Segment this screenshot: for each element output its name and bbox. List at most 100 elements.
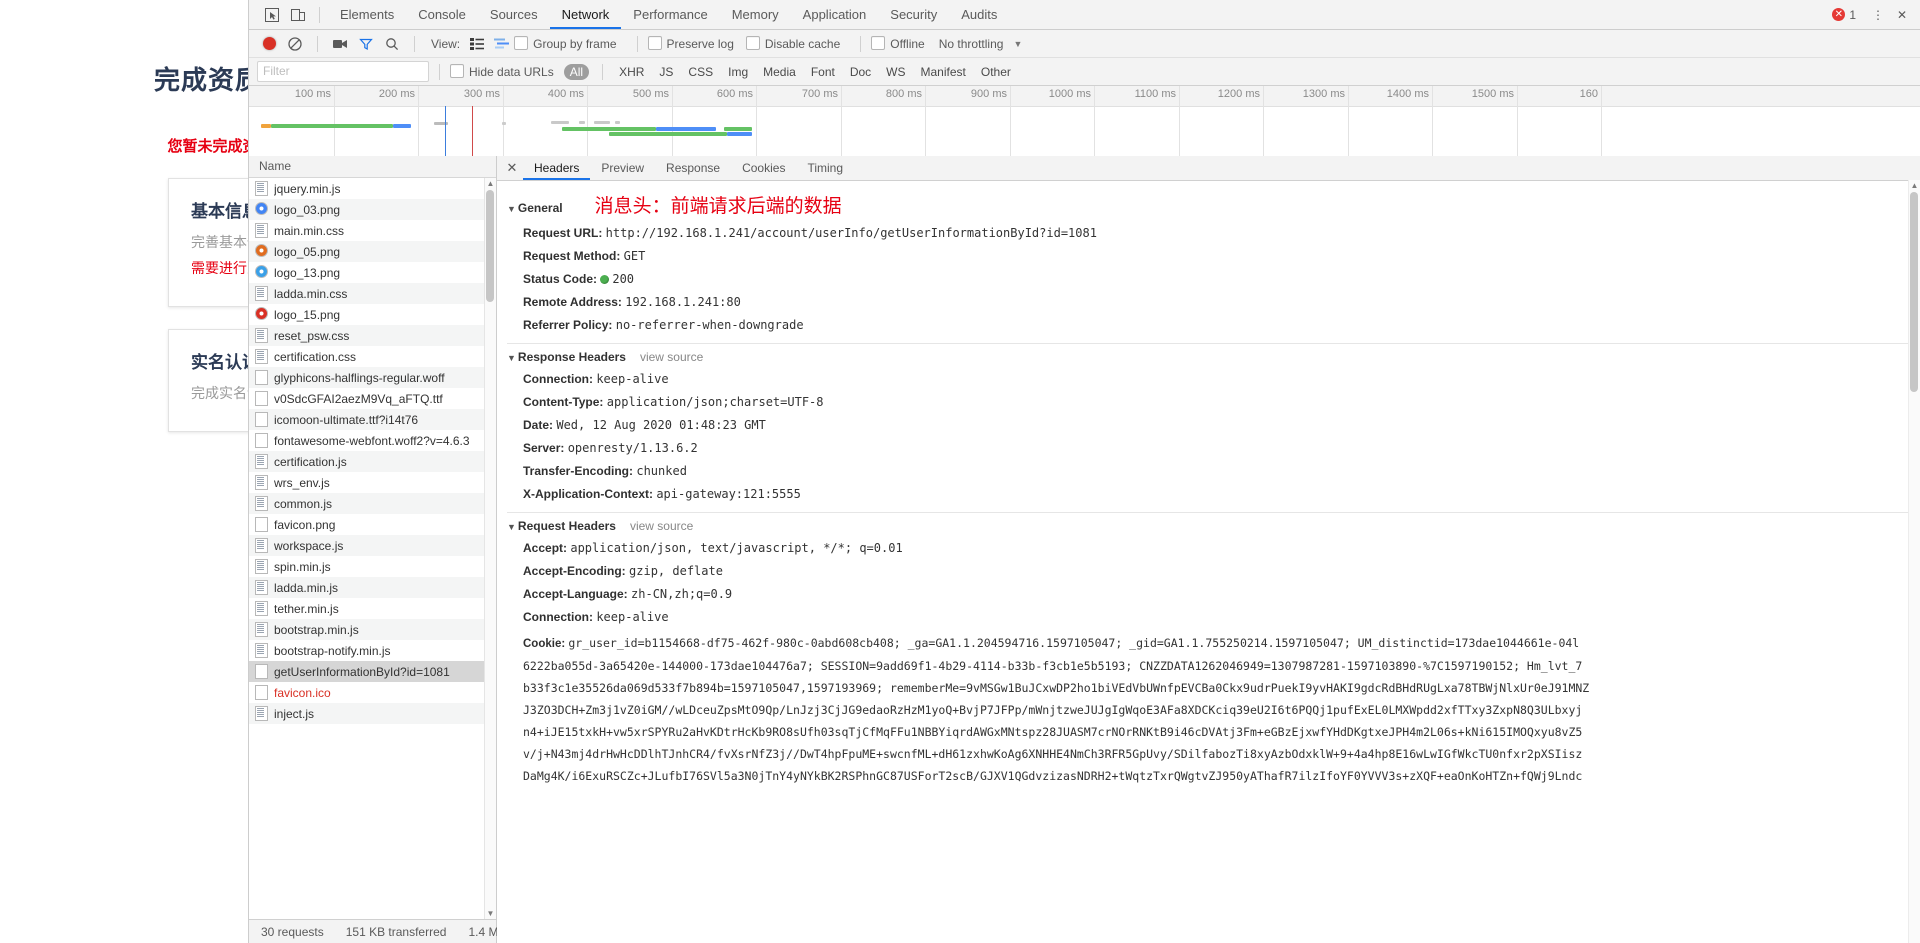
overview-bar	[594, 121, 610, 124]
tab-console[interactable]: Console	[406, 1, 478, 29]
request-row[interactable]: certification.css	[249, 346, 496, 367]
type-filter-other[interactable]: Other	[975, 64, 1017, 80]
requests-list[interactable]: jquery.min.js logo_03.png main.min.css logo…	[249, 178, 496, 919]
request-row[interactable]: wrs_env.js	[249, 472, 496, 493]
offline-checkbox[interactable]: Offline	[871, 36, 925, 51]
request-row[interactable]: logo_13.png	[249, 262, 496, 283]
request-row[interactable]: reset_psw.css	[249, 325, 496, 346]
record-button[interactable]	[257, 32, 281, 56]
hide-data-urls-checkbox[interactable]: Hide data URLs	[450, 64, 554, 79]
device-toolbar-icon[interactable]	[285, 2, 311, 28]
disable-cache-checkbox[interactable]: Disable cache	[745, 36, 840, 51]
request-row[interactable]: glyphicons-halflings-regular.woff	[249, 367, 496, 388]
request-row[interactable]: ladda.min.css	[249, 283, 496, 304]
tab-performance[interactable]: Performance	[621, 1, 719, 29]
filter-input[interactable]: Filter	[257, 61, 429, 82]
request-row[interactable]: workspace.js	[249, 535, 496, 556]
general-section-header[interactable]: ▼ General 消息头：前端请求后端的数据	[497, 187, 1920, 222]
error-badge[interactable]: ✕ 1	[1832, 8, 1856, 22]
inspect-element-icon[interactable]	[259, 2, 285, 28]
disable-cache-box[interactable]	[745, 36, 760, 50]
collapse-triangle-icon[interactable]: ▼	[507, 522, 516, 532]
type-filter-media[interactable]: Media	[757, 64, 802, 80]
type-filter-xhr[interactable]: XHR	[613, 64, 650, 80]
doc-icon	[255, 643, 268, 658]
offline-box[interactable]	[871, 36, 886, 50]
tab-audits[interactable]: Audits	[949, 1, 1009, 29]
request-row[interactable]: certification.js	[249, 451, 496, 472]
request-row[interactable]: main.min.css	[249, 220, 496, 241]
tab-security[interactable]: Security	[878, 1, 949, 29]
request-row[interactable]: v0SdcGFAI2aezM9Vq_aFTQ.ttf	[249, 388, 496, 409]
preserve-log-box[interactable]	[647, 36, 662, 50]
request-row[interactable]: spin.min.js	[249, 556, 496, 577]
close-detail-icon[interactable]: ✕	[501, 157, 523, 179]
type-filter-font[interactable]: Font	[805, 64, 841, 80]
scroll-up-arrow[interactable]: ▲	[486, 179, 495, 188]
chevron-down-icon[interactable]: ▼	[1013, 39, 1022, 49]
request-headers-section-header[interactable]: ▼ Request Headers view source	[497, 515, 1920, 537]
group-by-frame-box[interactable]	[514, 36, 529, 50]
request-row[interactable]: bootstrap.min.js	[249, 619, 496, 640]
request-row[interactable]: inject.js	[249, 703, 496, 724]
request-row[interactable]: tether.min.js	[249, 598, 496, 619]
camera-icon[interactable]	[328, 32, 352, 56]
type-filter-js[interactable]: JS	[653, 64, 679, 80]
scroll-thumb[interactable]	[486, 190, 494, 302]
list-view-icon[interactable]	[466, 33, 488, 55]
request-view-source-link[interactable]: view source	[630, 519, 693, 533]
type-filter-all[interactable]: All	[563, 63, 590, 80]
column-header-name[interactable]: Name	[249, 156, 496, 178]
response-headers-section-header[interactable]: ▼ Response Headers view source	[497, 346, 1920, 368]
tab-application[interactable]: Application	[791, 1, 879, 29]
overview-tick-label: 100 ms	[294, 88, 331, 100]
tab-memory[interactable]: Memory	[720, 1, 791, 29]
detail-tab-response[interactable]: Response	[655, 157, 731, 180]
request-row[interactable]: jquery.min.js	[249, 178, 496, 199]
type-filter-ws[interactable]: WS	[880, 64, 911, 80]
requests-scrollbar[interactable]: ▲ ▼	[484, 178, 496, 919]
preserve-log-checkbox[interactable]: Preserve log	[647, 36, 734, 51]
request-row[interactable]: favicon.png	[249, 514, 496, 535]
type-filter-css[interactable]: CSS	[682, 64, 719, 80]
request-row[interactable]: icomoon-ultimate.ttf?i14t76	[249, 409, 496, 430]
type-filter-doc[interactable]: Doc	[844, 64, 877, 80]
detail-tab-headers[interactable]: Headers	[523, 157, 590, 180]
response-header-row: Content-Type: application/json;charset=U…	[497, 391, 1920, 414]
close-devtools-icon[interactable]: ✕	[1890, 3, 1914, 27]
type-filter-img[interactable]: Img	[722, 64, 754, 80]
group-by-frame-checkbox[interactable]: Group by frame	[514, 36, 617, 51]
request-row[interactable]: ladda.min.js	[249, 577, 496, 598]
collapse-triangle-icon[interactable]: ▼	[507, 204, 516, 214]
request-row[interactable]: fontawesome-webfont.woff2?v=4.6.3	[249, 430, 496, 451]
detail-tab-preview[interactable]: Preview	[590, 157, 655, 180]
detail-scroll-up-arrow[interactable]: ▲	[1910, 181, 1919, 190]
response-view-source-link[interactable]: view source	[640, 350, 703, 364]
tab-network[interactable]: Network	[550, 1, 622, 29]
request-row[interactable]: logo_03.png	[249, 199, 496, 220]
search-icon[interactable]	[380, 32, 404, 56]
request-row[interactable]: common.js	[249, 493, 496, 514]
overview-tick: 1400 ms	[1387, 86, 1433, 158]
detail-tab-cookies[interactable]: Cookies	[731, 157, 796, 180]
detail-tab-timing[interactable]: Timing	[796, 157, 854, 180]
tab-sources[interactable]: Sources	[478, 1, 550, 29]
type-filter-manifest[interactable]: Manifest	[915, 64, 972, 80]
hide-data-urls-box[interactable]	[450, 64, 464, 78]
more-options-icon[interactable]: ⋮	[1866, 3, 1890, 27]
request-row[interactable]: logo_15.png	[249, 304, 496, 325]
waterfall-view-icon[interactable]	[490, 33, 512, 55]
network-overview-timeline[interactable]: 100 ms 200 ms 300 ms 400 ms 500 ms 600 ms 700 …	[249, 86, 1920, 159]
clear-button[interactable]	[283, 32, 307, 56]
scroll-down-arrow[interactable]: ▼	[486, 909, 495, 918]
tab-elements[interactable]: Elements	[328, 1, 406, 29]
request-row[interactable]: bootstrap-notify.min.js	[249, 640, 496, 661]
funnel-icon[interactable]	[354, 32, 378, 56]
request-row[interactable]: getUserInformationById?id=1081	[249, 661, 496, 682]
detail-scrollbar[interactable]: ▲	[1908, 180, 1920, 943]
request-row[interactable]: favicon.ico	[249, 682, 496, 703]
collapse-triangle-icon[interactable]: ▼	[507, 353, 516, 363]
throttling-select[interactable]: No throttling	[939, 37, 1004, 51]
detail-scroll-thumb[interactable]	[1910, 192, 1918, 392]
request-row[interactable]: logo_05.png	[249, 241, 496, 262]
